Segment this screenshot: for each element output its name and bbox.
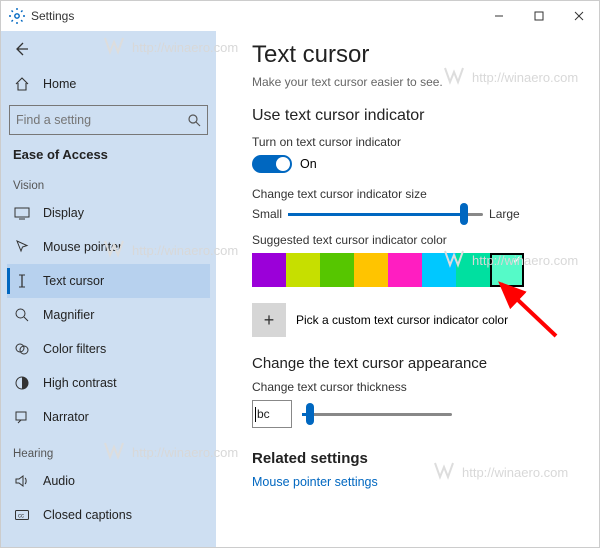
callout-arrow [491, 276, 571, 346]
sidebar-item-audio[interactable]: Audio [7, 464, 210, 498]
color-filters-icon [13, 341, 31, 357]
close-button[interactable] [559, 1, 599, 31]
sidebar-item-text-cursor[interactable]: Text cursor [7, 264, 210, 298]
color-swatch-0[interactable] [252, 253, 286, 287]
sidebar-group-vision: Vision [7, 166, 210, 196]
maximize-button[interactable] [519, 1, 559, 31]
thickness-preview: bc [252, 400, 292, 428]
pick-custom-color-button[interactable]: + [252, 303, 286, 337]
related-heading: Related settings [252, 450, 583, 467]
titlebar: Settings [1, 1, 599, 31]
sidebar-item-display[interactable]: Display [7, 196, 210, 230]
sidebar-item-label: Magnifier [43, 308, 94, 322]
sidebar-item-label: Home [43, 77, 76, 91]
appearance-heading: Change the text cursor appearance [252, 355, 583, 372]
search-box[interactable] [9, 105, 208, 135]
page-title: Text cursor [252, 41, 583, 69]
toggle-state: On [300, 157, 317, 171]
size-large-label: Large [489, 207, 520, 221]
suggested-color-label: Suggested text cursor indicator color [252, 233, 583, 247]
custom-color-label: Pick a custom text cursor indicator colo… [296, 313, 508, 327]
sidebar-item-mouse-pointer[interactable]: Mouse pointer [7, 230, 210, 264]
minimize-button[interactable] [479, 1, 519, 31]
size-small-label: Small [252, 207, 282, 221]
cursor-icon [13, 239, 31, 255]
narrator-icon [13, 409, 31, 425]
color-swatch-4[interactable] [388, 253, 422, 287]
sidebar-category: Ease of Access [7, 143, 210, 166]
sidebar-item-label: Text cursor [43, 274, 104, 288]
size-label: Change text cursor indicator size [252, 187, 583, 201]
thickness-label: Change text cursor thickness [252, 380, 583, 394]
svg-text:cc: cc [18, 514, 24, 520]
window-title: Settings [31, 9, 74, 23]
content-pane: Text cursor Make your text cursor easier… [216, 31, 599, 547]
indicator-toggle[interactable] [252, 155, 292, 173]
text-cursor-icon [13, 273, 31, 289]
toggle-label: Turn on text cursor indicator [252, 135, 583, 149]
sidebar-item-magnifier[interactable]: Magnifier [7, 298, 210, 332]
sidebar-item-label: Display [43, 206, 84, 220]
display-icon [13, 205, 31, 221]
thickness-slider[interactable] [302, 413, 452, 416]
color-swatch-1[interactable] [286, 253, 320, 287]
search-icon [187, 113, 201, 127]
color-swatch-3[interactable] [354, 253, 388, 287]
search-input[interactable] [16, 113, 187, 127]
closed-captions-icon: cc [13, 507, 31, 523]
home-icon [13, 76, 31, 92]
sidebar-item-label: Closed captions [43, 508, 132, 522]
indicator-heading: Use text cursor indicator [252, 107, 583, 125]
sidebar-group-hearing: Hearing [7, 434, 210, 464]
page-subtitle: Make your text cursor easier to see. [252, 75, 583, 89]
sidebar-item-label: Narrator [43, 410, 89, 424]
sidebar-item-label: Audio [43, 474, 75, 488]
magnifier-icon [13, 307, 31, 323]
sidebar-item-label: Mouse pointer [43, 240, 122, 254]
settings-window: Settings Home Ease of Access Vision [0, 0, 600, 548]
back-button[interactable] [7, 35, 35, 63]
color-swatch-6[interactable] [456, 253, 490, 287]
sidebar-item-narrator[interactable]: Narrator [7, 400, 210, 434]
audio-icon [13, 473, 31, 489]
sidebar-item-color-filters[interactable]: Color filters [7, 332, 210, 366]
sidebar-item-closed-captions[interactable]: cc Closed captions [7, 498, 210, 532]
high-contrast-icon [13, 375, 31, 391]
indicator-size-slider[interactable] [288, 213, 483, 216]
sidebar-item-label: Color filters [43, 342, 106, 356]
color-swatch-5[interactable] [422, 253, 456, 287]
sidebar-item-high-contrast[interactable]: High contrast [7, 366, 210, 400]
sidebar-item-home[interactable]: Home [7, 67, 210, 101]
related-link-mouse-pointer[interactable]: Mouse pointer settings [252, 475, 583, 489]
sidebar: Home Ease of Access Vision Display Mouse… [1, 31, 216, 547]
settings-app-icon [9, 8, 25, 24]
sidebar-item-label: High contrast [43, 376, 117, 390]
color-swatch-2[interactable] [320, 253, 354, 287]
